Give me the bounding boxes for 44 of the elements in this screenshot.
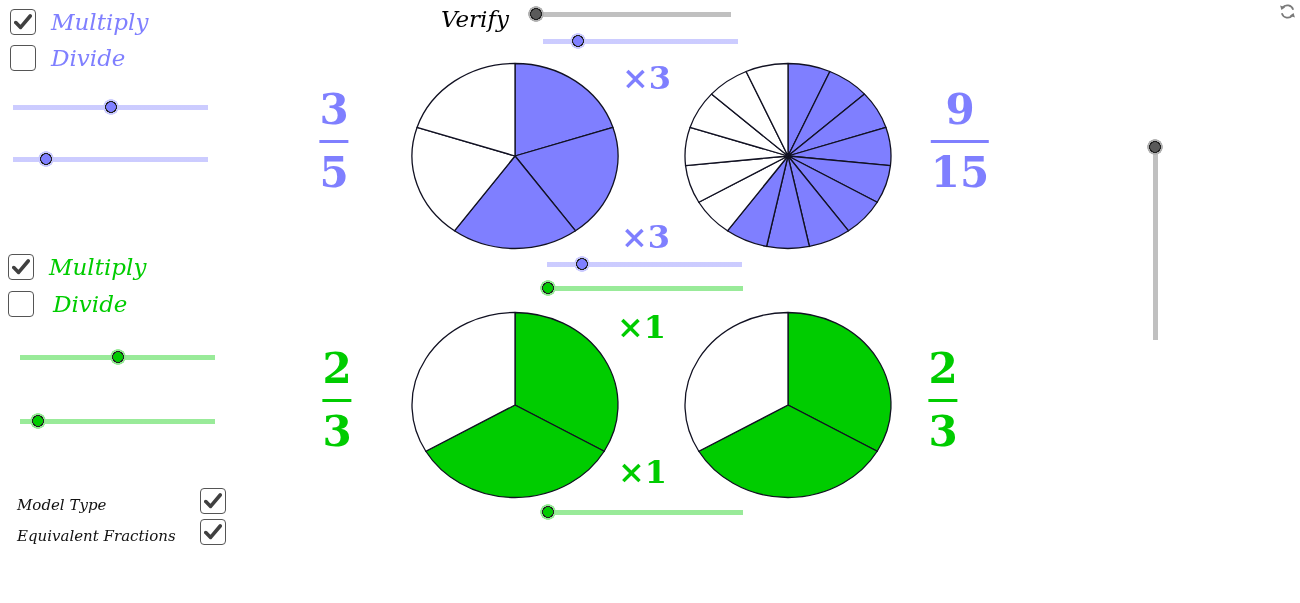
factor-label: ×3: [622, 60, 672, 96]
checkbox[interactable]: [8, 291, 34, 317]
slider-thumb[interactable]: [574, 256, 591, 272]
denominator: 5: [319, 151, 349, 195]
numerator: 9: [944, 88, 976, 132]
slider-thumb[interactable]: [1147, 139, 1163, 155]
denominator: 3: [928, 410, 958, 454]
denominator: 3: [322, 410, 352, 454]
fraction-bar: [930, 140, 990, 143]
checkmark-icon: [12, 259, 30, 275]
checkmark-icon: [204, 493, 222, 509]
slider-thumb[interactable]: [38, 151, 55, 167]
setting-label: Model Type: [17, 496, 108, 514]
setting-label: Equivalent Fractions: [17, 527, 177, 545]
checkbox[interactable]: [8, 254, 34, 280]
checkbox[interactable]: [10, 9, 36, 35]
checkmark-icon: [204, 524, 222, 540]
factor-label: ×3: [621, 219, 671, 255]
fraction-bar: [322, 399, 352, 402]
verify-label: Verify: [441, 5, 509, 34]
fraction-bar: [928, 399, 958, 402]
slider-thumb[interactable]: [527, 6, 544, 22]
numerator: 3: [319, 88, 349, 132]
option-label: Divide: [51, 45, 126, 71]
refresh-icon[interactable]: [1278, 2, 1297, 21]
option-label: Multiply: [49, 254, 147, 280]
fraction-bar: [319, 140, 349, 143]
slider-thumb[interactable]: [540, 504, 556, 520]
numerator: 2: [322, 347, 352, 391]
slider-thumb[interactable]: [109, 349, 126, 365]
slider-thumb[interactable]: [570, 33, 587, 49]
checkmark-icon: [14, 14, 32, 30]
slider-thumb[interactable]: [540, 280, 556, 296]
option-label: Divide: [53, 291, 128, 317]
slider-thumb[interactable]: [29, 413, 46, 429]
factor-label: ×1: [618, 454, 668, 490]
checkbox[interactable]: [200, 488, 226, 514]
checkbox[interactable]: [200, 519, 226, 545]
numerator: 2: [928, 347, 958, 391]
checkbox[interactable]: [10, 45, 36, 71]
factor-label: ×1: [617, 309, 667, 345]
denominator: 15: [930, 151, 990, 195]
option-label: Multiply: [51, 9, 149, 35]
slider-thumb[interactable]: [102, 99, 119, 115]
